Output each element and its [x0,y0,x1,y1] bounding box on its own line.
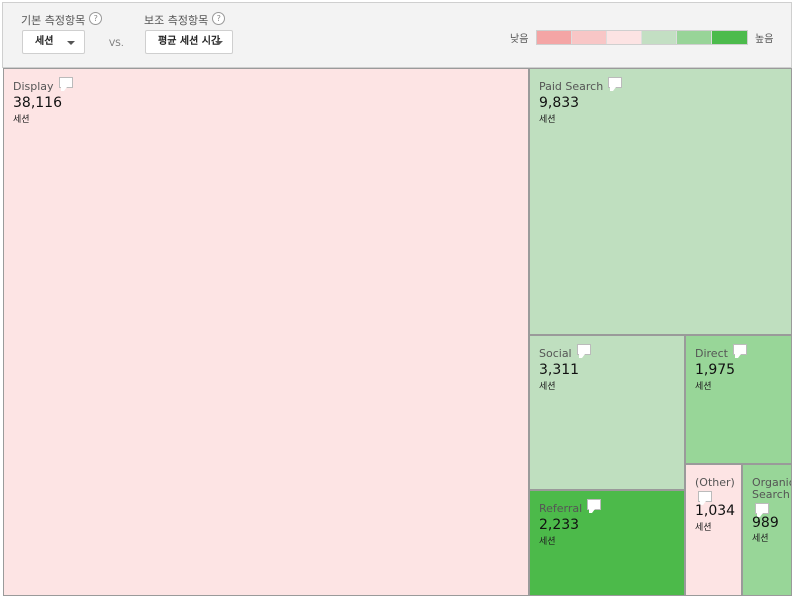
treemap-cell-other[interactable]: (Other) 1,034 세션 [685,464,742,596]
secondary-metric-label: 보조 측정항목? [144,12,226,28]
cell-value: 3,311 [539,362,580,378]
legend-swatch [677,31,712,44]
treemap-cell-display[interactable]: Display 38,116 세션 [3,68,529,596]
legend-swatch [712,31,747,44]
vs-label: VS. [109,39,124,49]
cell-unit: 세션 [539,537,556,547]
primary-metric-dropdown[interactable]: 세션 [22,30,85,54]
cell-unit: 세션 [539,115,556,125]
cell-label: Referral [539,502,583,515]
cell-unit: 세션 [695,523,712,533]
cell-label: Social [539,347,572,360]
cell-label: Paid Search [539,80,604,93]
treemap-controls: 기본 측정항목? 세션 VS. 보조 측정항목? 평균 세션 시간 낮음 높음 [2,2,792,68]
treemap-cell-direct[interactable]: Direct 1,975 세션 [685,335,792,464]
treemap-cell-referral[interactable]: Referral 2,233 세션 [529,490,685,596]
color-scale-legend [536,30,748,45]
treemap-cell-paid-search[interactable]: Paid Search 9,833 세션 [529,68,792,335]
cell-unit: 세션 [752,534,769,544]
legend-high-label: 높음 [755,34,774,45]
annotation-icon[interactable] [755,503,769,517]
cell-unit: 세션 [695,382,712,392]
help-icon[interactable]: ? [212,12,226,25]
cell-label: Direct [695,347,728,360]
cell-unit: 세션 [539,382,556,392]
legend-swatch [572,31,607,44]
cell-value: 1,034 [695,503,736,519]
cell-unit: 세션 [13,115,30,125]
legend-swatch [537,31,572,44]
cell-label: Display [13,80,54,93]
legend-swatch [607,31,642,44]
annotation-icon[interactable] [608,77,623,91]
cell-value: 38,116 [13,95,62,111]
legend-low-label: 낮음 [510,34,529,45]
cell-value: 9,833 [539,95,580,111]
annotation-icon[interactable] [58,77,73,91]
cell-value: 989 [752,515,779,531]
chevron-down-icon [215,41,223,45]
secondary-metric-dropdown[interactable]: 평균 세션 시간 [145,30,233,54]
cell-label: Organic Search [752,476,792,501]
annotation-icon[interactable] [587,499,602,513]
primary-metric-label: 기본 측정항목? [21,12,103,28]
cell-value: 2,233 [539,517,580,533]
treemap-cell-social[interactable]: Social 3,311 세션 [529,335,685,490]
help-icon[interactable]: ? [89,12,103,25]
treemap: Display 38,116 세션 Paid Search 9,833 세션 S… [3,68,792,596]
annotation-icon[interactable] [732,344,747,358]
treemap-cell-organic-search[interactable]: Organic Search 989 세션 [742,464,792,596]
annotation-icon[interactable] [698,491,712,505]
cell-label: (Other) [695,476,735,489]
chevron-down-icon [67,41,75,45]
annotation-icon[interactable] [576,344,591,358]
cell-value: 1,975 [695,362,736,378]
legend-swatch [642,31,677,44]
